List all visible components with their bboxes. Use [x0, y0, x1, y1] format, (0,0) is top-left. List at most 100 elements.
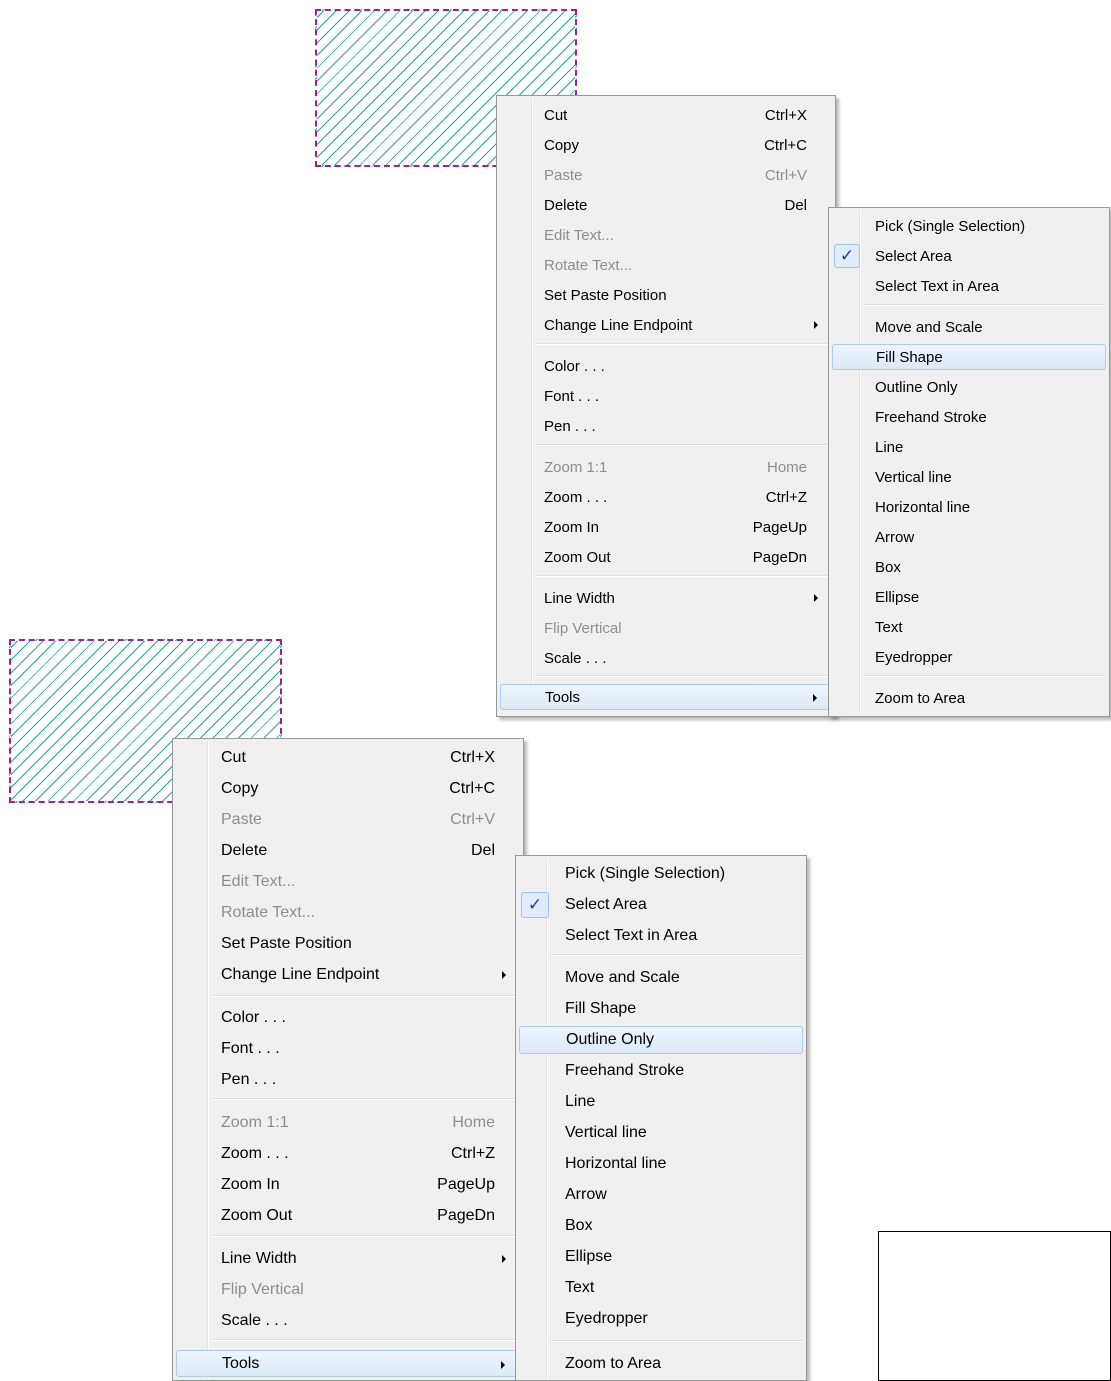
- menu-bottom-item-zoom-1-1[interactable]: Zoom 1:1 Home: [176, 1109, 520, 1136]
- menu-separator: [535, 343, 832, 345]
- menu-item-label: Delete: [544, 196, 588, 214]
- tools-bottom-item-pick-single-selection[interactable]: Pick (Single Selection): [519, 860, 803, 888]
- menu-bottom-item-change-line-endpoint[interactable]: Change Line Endpoint: [176, 961, 520, 988]
- menu-bottom-item-zoom-out[interactable]: Zoom Out PageDn: [176, 1202, 520, 1229]
- menu-top-item-zoom-1-1[interactable]: Zoom 1:1 Home: [500, 454, 832, 480]
- tools-bottom-item-zoom-to-area[interactable]: Zoom to Area: [519, 1350, 803, 1378]
- tools-top-item-box[interactable]: Box: [832, 554, 1106, 580]
- menu-item-label: Zoom In: [221, 1175, 280, 1193]
- menu-top-item-cut[interactable]: Cut Ctrl+X: [500, 102, 832, 128]
- menu-bottom-item-zoom-in[interactable]: Zoom In PageUp: [176, 1171, 520, 1198]
- menu-top-item-rotate-text[interactable]: Rotate Text...: [500, 252, 832, 278]
- menu-top-item-tools[interactable]: Tools: [500, 684, 832, 710]
- menu-bottom-item-zoom[interactable]: Zoom . . . Ctrl+Z: [176, 1140, 520, 1167]
- menu-top-item-zoom-in[interactable]: Zoom In PageUp: [500, 514, 832, 540]
- submenu-arrow-icon: [502, 1254, 506, 1263]
- submenu-arrow-icon: [501, 1360, 505, 1369]
- menu-bottom-item-copy[interactable]: Copy Ctrl+C: [176, 775, 520, 802]
- menu-bottom-item-pen[interactable]: Pen . . .: [176, 1066, 520, 1093]
- menu-item-label: Move and Scale: [875, 318, 983, 336]
- tools-bottom-item-line[interactable]: Line: [519, 1088, 803, 1116]
- menu-item-label: Select Area: [875, 247, 952, 265]
- menu-top-item-change-line-endpoint[interactable]: Change Line Endpoint: [500, 312, 832, 338]
- menu-item-label: Tools: [545, 688, 581, 706]
- menu-bottom-item-scale[interactable]: Scale . . .: [176, 1307, 520, 1334]
- menu-item-label: Box: [875, 558, 901, 576]
- tools-bottom-item-vertical-line[interactable]: Vertical line: [519, 1119, 803, 1147]
- menu-bottom-item-tools[interactable]: Tools: [176, 1350, 520, 1377]
- menu-top-item-scale[interactable]: Scale . . .: [500, 645, 832, 671]
- tools-top-item-move-and-scale[interactable]: Move and Scale: [832, 314, 1106, 340]
- tools-bottom-item-horizontal-line[interactable]: Horizontal line: [519, 1150, 803, 1178]
- menu-item-label: Change Line Endpoint: [544, 316, 693, 334]
- tools-bottom-item-fill-shape[interactable]: Fill Shape: [519, 995, 803, 1023]
- menu-item-label: Fill Shape: [876, 348, 943, 366]
- menu-top-item-line-width[interactable]: Line Width: [500, 585, 832, 611]
- menu-item-shortcut: Home: [766, 458, 807, 476]
- menu-item-label: Set Paste Position: [544, 286, 667, 304]
- menu-item-label: Eyedropper: [565, 1310, 648, 1327]
- menu-item-shortcut: PageDn: [752, 548, 807, 566]
- menu-item-label: Zoom In: [544, 518, 600, 536]
- tools-top-item-arrow[interactable]: Arrow: [832, 524, 1106, 550]
- tools-top-item-fill-shape[interactable]: Fill Shape: [832, 344, 1106, 370]
- menu-top-item-copy[interactable]: Copy Ctrl+C: [500, 132, 832, 158]
- menu-top-item-pen[interactable]: Pen . . .: [500, 413, 832, 439]
- menu-item-label: Fill Shape: [565, 1000, 637, 1017]
- tools-bottom-item-freehand-stroke[interactable]: Freehand Stroke: [519, 1057, 803, 1085]
- tools-bottom-item-eyedropper[interactable]: Eyedropper: [519, 1305, 803, 1333]
- menu-item-label: Copy: [221, 779, 259, 797]
- menu-bottom-item-font[interactable]: Font . . .: [176, 1035, 520, 1062]
- tools-top-item-line[interactable]: Line: [832, 434, 1106, 460]
- tools-bottom-item-ellipse[interactable]: Ellipse: [519, 1243, 803, 1271]
- menu-item-label: Rotate Text...: [544, 256, 633, 274]
- menu-separator: [211, 995, 520, 997]
- menu-top-item-font[interactable]: Font . . .: [500, 383, 832, 409]
- tools-bottom-item-move-and-scale[interactable]: Move and Scale: [519, 964, 803, 992]
- menu-item-label: Vertical line: [565, 1124, 647, 1141]
- menu-top-item-flip-vertical[interactable]: Flip Vertical: [500, 615, 832, 641]
- menu-bottom-item-paste[interactable]: Paste Ctrl+V: [176, 806, 520, 833]
- tools-bottom-item-select-area[interactable]: ✓ Select Area: [519, 891, 803, 919]
- menu-item-label: Copy: [544, 136, 580, 154]
- menu-item-shortcut: Ctrl+X: [764, 106, 807, 124]
- tools-top-item-ellipse[interactable]: Ellipse: [832, 584, 1106, 610]
- menu-item-shortcut: Ctrl+V: [764, 166, 807, 184]
- menu-bottom-item-rotate-text[interactable]: Rotate Text...: [176, 899, 520, 926]
- tools-top-item-horizontal-line[interactable]: Horizontal line: [832, 494, 1106, 520]
- tools-top-item-outline-only[interactable]: Outline Only: [832, 374, 1106, 400]
- tools-top-item-pick-single-selection[interactable]: Pick (Single Selection): [832, 213, 1106, 239]
- menu-bottom-item-delete[interactable]: Delete Del: [176, 837, 520, 864]
- menu-top-item-paste[interactable]: Paste Ctrl+V: [500, 162, 832, 188]
- menu-bottom-item-edit-text[interactable]: Edit Text...: [176, 868, 520, 895]
- tools-top-item-vertical-line[interactable]: Vertical line: [832, 464, 1106, 490]
- menu-top-item-zoom[interactable]: Zoom . . . Ctrl+Z: [500, 484, 832, 510]
- menu-bottom-item-line-width[interactable]: Line Width: [176, 1245, 520, 1272]
- menu-bottom-item-cut[interactable]: Cut Ctrl+X: [176, 744, 520, 771]
- menu-item-label: Zoom Out: [221, 1206, 293, 1224]
- tools-top-item-text[interactable]: Text: [832, 614, 1106, 640]
- tools-top-item-select-text-in-area[interactable]: Select Text in Area: [832, 273, 1106, 299]
- tools-bottom-item-arrow[interactable]: Arrow: [519, 1181, 803, 1209]
- tools-top-item-zoom-to-area[interactable]: Zoom to Area: [832, 685, 1106, 711]
- menu-bottom-item-flip-vertical[interactable]: Flip Vertical: [176, 1276, 520, 1303]
- menu-item-label: Select Area: [565, 896, 647, 913]
- menu-top-item-delete[interactable]: Delete Del: [500, 192, 832, 218]
- tools-bottom-item-box[interactable]: Box: [519, 1212, 803, 1240]
- menu-bottom-item-color[interactable]: Color . . .: [176, 1004, 520, 1031]
- tools-bottom-item-select-text-in-area[interactable]: Select Text in Area: [519, 922, 803, 950]
- menu-top-item-color[interactable]: Color . . .: [500, 353, 832, 379]
- tools-top-item-freehand-stroke[interactable]: Freehand Stroke: [832, 404, 1106, 430]
- menu-item-label: Vertical line: [875, 468, 952, 486]
- tools-bottom-item-outline-only[interactable]: Outline Only: [519, 1026, 803, 1054]
- menu-separator: [211, 1098, 520, 1100]
- menu-top-item-set-paste-position[interactable]: Set Paste Position: [500, 282, 832, 308]
- tools-bottom-item-text[interactable]: Text: [519, 1274, 803, 1302]
- tools-top-item-eyedropper[interactable]: Eyedropper: [832, 644, 1106, 670]
- menu-item-shortcut: Del: [784, 196, 807, 214]
- menu-item-label: Cut: [221, 748, 246, 766]
- menu-top-item-edit-text[interactable]: Edit Text...: [500, 222, 832, 248]
- menu-top-item-zoom-out[interactable]: Zoom Out PageDn: [500, 544, 832, 570]
- tools-top-item-select-area[interactable]: ✓ Select Area: [832, 243, 1106, 269]
- menu-bottom-item-set-paste-position[interactable]: Set Paste Position: [176, 930, 520, 957]
